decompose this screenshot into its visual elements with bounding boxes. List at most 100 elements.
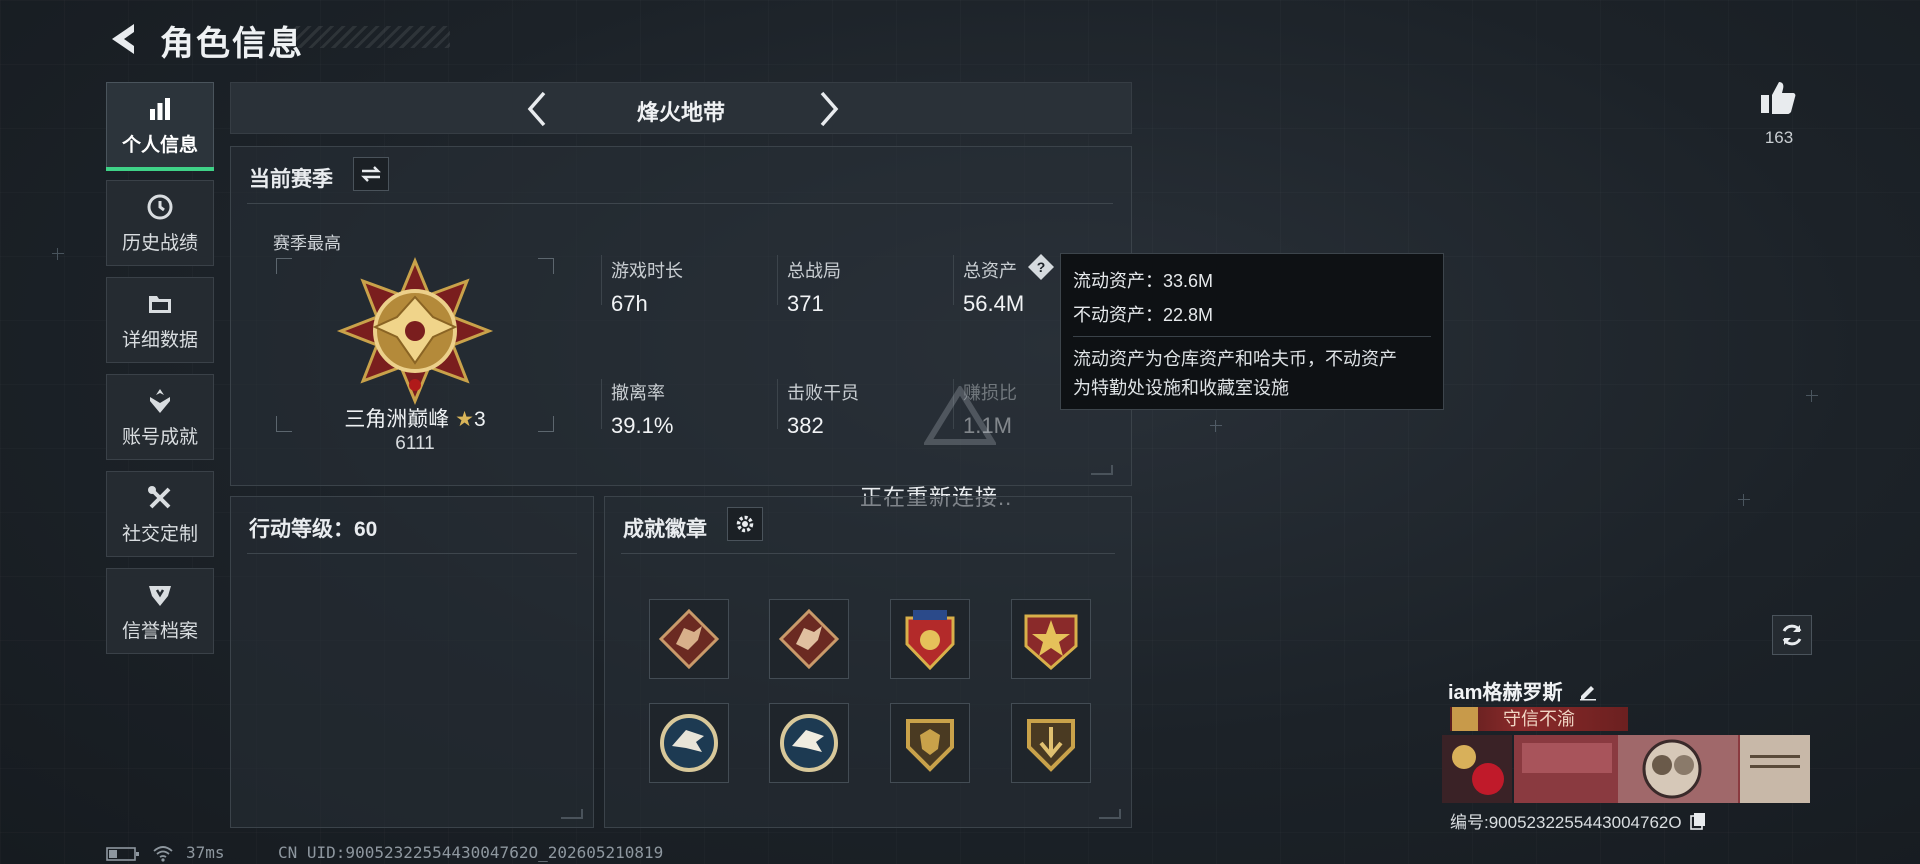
copy-uid-button[interactable] (1690, 812, 1706, 835)
achievement-badge-3[interactable] (890, 599, 970, 679)
tools-icon (145, 483, 175, 513)
panel-corner-decor (1091, 465, 1113, 475)
thumbs-up-icon (1761, 82, 1796, 114)
sidebar-item-label: 个人信息 (121, 134, 198, 156)
stat-extraction-rate: 撤离率 39.1% (611, 383, 674, 438)
honor-title-bar: 守信不渝 (1450, 707, 1628, 731)
sidebar-item-label: 社交定制 (121, 523, 198, 545)
like-count: 163 (1764, 128, 1794, 147)
sparkle-decor (1806, 390, 1818, 402)
bar-chart-icon (145, 94, 175, 124)
eagle-circle-badge-icon (660, 714, 718, 772)
season-title: 当前赛季 (249, 168, 333, 191)
like-button[interactable] (1758, 78, 1798, 118)
back-button[interactable] (104, 18, 146, 60)
assets-help-button[interactable]: ? (1027, 253, 1055, 281)
sidebar-item-account-achievements[interactable]: 账号成就 (106, 374, 214, 460)
ping-text: 37ms (186, 843, 225, 862)
achievement-badge-4[interactable] (1011, 599, 1091, 679)
divider (247, 203, 1113, 204)
gold-shield-arrow-badge-icon (1027, 719, 1075, 772)
back-arrow-icon (112, 24, 134, 54)
sparkle-decor (1738, 494, 1750, 506)
player-uid: 编号:9005232255443004762O (1450, 813, 1682, 832)
achievement-badge-5[interactable] (649, 703, 729, 783)
sidebar-item-detailed-data[interactable]: 详细数据 (106, 277, 214, 363)
refresh-icon (1782, 624, 1802, 646)
shield-icon (145, 580, 175, 610)
sidebar-item-label: 历史战绩 (121, 232, 198, 254)
divider (621, 553, 1115, 554)
achievement-badge-6[interactable] (769, 703, 849, 783)
swap-arrows-icon (361, 166, 381, 182)
star-medal-badge-icon (1024, 614, 1078, 670)
loading-triangle-icon (924, 386, 996, 445)
action-level-panel: 行动等级：60 (230, 496, 594, 828)
player-card-image (1442, 735, 1810, 803)
achievement-badge-1[interactable] (649, 599, 729, 679)
rank-name: 三角洲巅峰 (344, 408, 450, 431)
sidebar-item-personal-info[interactable]: 个人信息 (106, 82, 214, 171)
honor-title: 守信不渝 (1503, 709, 1575, 729)
status-uid-text: CN UID:9005232255443004762O_202605210819 (278, 843, 664, 862)
title-decoration (285, 26, 450, 48)
gold-shield-badge-icon (906, 719, 954, 772)
copy-icon (1690, 813, 1706, 830)
player-name: iam格赫罗斯 (1448, 682, 1563, 704)
stat-playtime: 游戏时长 67h (611, 261, 683, 316)
player-uid-row: 编号:9005232255443004762O (1450, 808, 1706, 835)
gear-icon (736, 515, 754, 533)
battery-icon (106, 847, 139, 861)
sidebar-item-label: 信誉档案 (121, 620, 198, 642)
page-title: 角色信息 (160, 25, 304, 63)
pencil-icon (1580, 685, 1597, 701)
sidebar-item-label: 详细数据 (121, 329, 198, 351)
season-switch-button[interactable] (353, 157, 389, 191)
tooltip-liquid-assets: 流动资产：33.6M (1073, 271, 1214, 291)
sidebar-item-reputation[interactable]: 信誉档案 (106, 568, 214, 654)
sidebar-item-history[interactable]: 历史战绩 (106, 180, 214, 266)
player-name-row: iam格赫罗斯 (1448, 676, 1598, 707)
chevron-right-icon (820, 91, 839, 127)
wifi-icon (153, 846, 173, 862)
rank-stars: 3 (473, 408, 486, 431)
stat-total-assets: 总资产 56.4M (963, 261, 1025, 316)
rank-name-row: 三角洲巅峰 ★3 (275, 403, 555, 433)
achievement-badge-7[interactable] (890, 703, 970, 783)
red-shield-stars-badge-icon (905, 610, 955, 671)
mode-selector: 烽火地带 (230, 82, 1132, 134)
star-icon: ★ (455, 408, 474, 431)
help-diamond-icon: ? (1028, 254, 1054, 280)
achievement-badge-8[interactable] (1011, 703, 1091, 783)
mode-title: 烽火地带 (636, 100, 725, 125)
assets-tooltip: 流动资产：33.6M 不动资产：22.8M 流动资产为仓库资产和哈夫币，不动资产… (1060, 253, 1444, 410)
sidebar-item-social-custom[interactable]: 社交定制 (106, 471, 214, 557)
next-mode-button[interactable] (811, 89, 847, 129)
action-level-title: 行动等级：60 (249, 518, 378, 541)
divider (247, 553, 577, 554)
panel-corner-decor (1099, 809, 1121, 819)
sparkle-decor (1210, 420, 1222, 432)
achievement-icon (145, 386, 175, 416)
achievements-settings-button[interactable] (727, 507, 763, 541)
tooltip-desc-line2: 为特勤处设施和收藏室设施 (1073, 378, 1289, 398)
eagle-circle-badge-icon (780, 714, 838, 772)
rank-emblem-icon (336, 257, 494, 405)
achievements-panel: 成就徽章 (604, 496, 1132, 828)
season-highest-label: 赛季最高 (273, 234, 341, 253)
tooltip-desc-line1: 流动资产为仓库资产和哈夫币，不动资产 (1073, 349, 1397, 369)
sidebar-item-label: 账号成就 (121, 426, 198, 448)
dragon-diamond-badge-icon (778, 608, 840, 670)
achievement-badge-2[interactable] (769, 599, 849, 679)
tooltip-fixed-assets: 不动资产：22.8M (1073, 305, 1214, 325)
sparkle-decor (52, 248, 64, 260)
folder-icon (145, 289, 175, 319)
season-panel: 当前赛季 赛季最高 三角洲巅峰 ★3 6111 游戏时长 67h 总战局 371… (230, 146, 1132, 486)
history-clock-icon (145, 192, 175, 222)
svg-text:?: ? (1037, 259, 1046, 275)
panel-corner-decor (561, 809, 583, 819)
dragon-diamond-badge-icon (658, 608, 720, 670)
achievements-title: 成就徽章 (623, 518, 707, 541)
edit-name-button[interactable] (1578, 681, 1598, 707)
refresh-button[interactable] (1772, 615, 1812, 655)
